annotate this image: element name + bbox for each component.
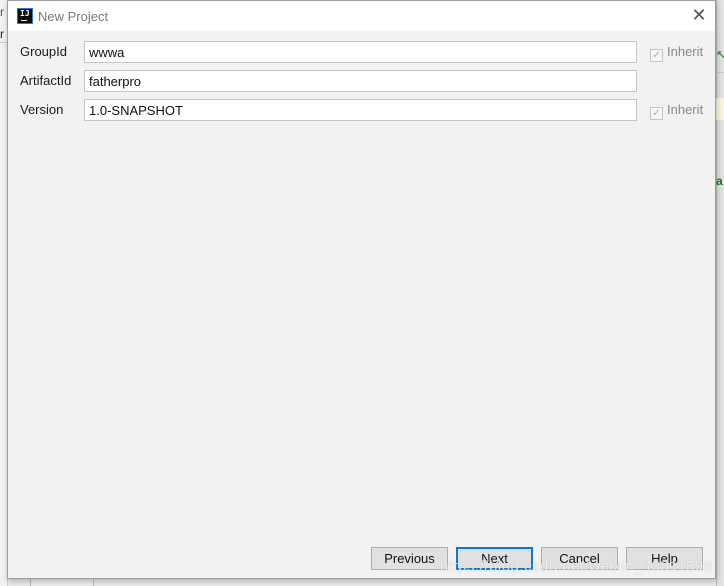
groupid-label: GroupId xyxy=(20,44,67,59)
intellij-app-icon: IJ xyxy=(17,8,33,24)
artifactid-input[interactable] xyxy=(84,70,637,92)
groupid-inherit-checkbox[interactable]: ✓ Inherit xyxy=(650,44,703,62)
checkbox-checked-icon: ✓ xyxy=(650,107,663,120)
background-divider xyxy=(716,72,724,73)
app-icon-underline xyxy=(21,20,27,21)
background-tab xyxy=(30,578,94,586)
version-row: Version ✓ Inherit xyxy=(20,99,710,121)
background-arrow-icon: ↖ xyxy=(716,48,724,62)
previous-button[interactable]: Previous xyxy=(371,547,448,570)
version-inherit-checkbox[interactable]: ✓ Inherit xyxy=(650,102,703,120)
background-ide-right-edge xyxy=(716,0,724,586)
cancel-button[interactable]: Cancel xyxy=(541,547,618,570)
title-bar[interactable]: IJ New Project ✕ xyxy=(8,1,715,31)
checkbox-checked-icon: ✓ xyxy=(650,49,663,62)
version-input[interactable] xyxy=(84,99,637,121)
artifactid-label: ArtifactId xyxy=(20,73,72,88)
groupid-row: GroupId ✓ Inherit xyxy=(20,41,710,63)
inherit-label: Inherit xyxy=(667,102,704,117)
background-text: a xyxy=(716,174,723,188)
background-highlight xyxy=(716,98,724,120)
next-button[interactable]: Next xyxy=(456,547,533,570)
close-icon[interactable]: ✕ xyxy=(687,4,711,28)
version-label: Version xyxy=(20,102,64,117)
app-icon-text: IJ xyxy=(20,9,30,18)
help-button[interactable]: Help xyxy=(626,547,703,570)
inherit-label: Inherit xyxy=(667,44,704,59)
artifactid-row: ArtifactId xyxy=(20,70,710,92)
new-project-dialog: IJ New Project ✕ GroupId ✓ Inherit Artifa… xyxy=(7,0,716,579)
background-text: r xyxy=(0,5,4,19)
dialog-title: New Project xyxy=(38,9,109,24)
background-text: r xyxy=(0,27,4,41)
groupid-input[interactable] xyxy=(84,41,637,63)
